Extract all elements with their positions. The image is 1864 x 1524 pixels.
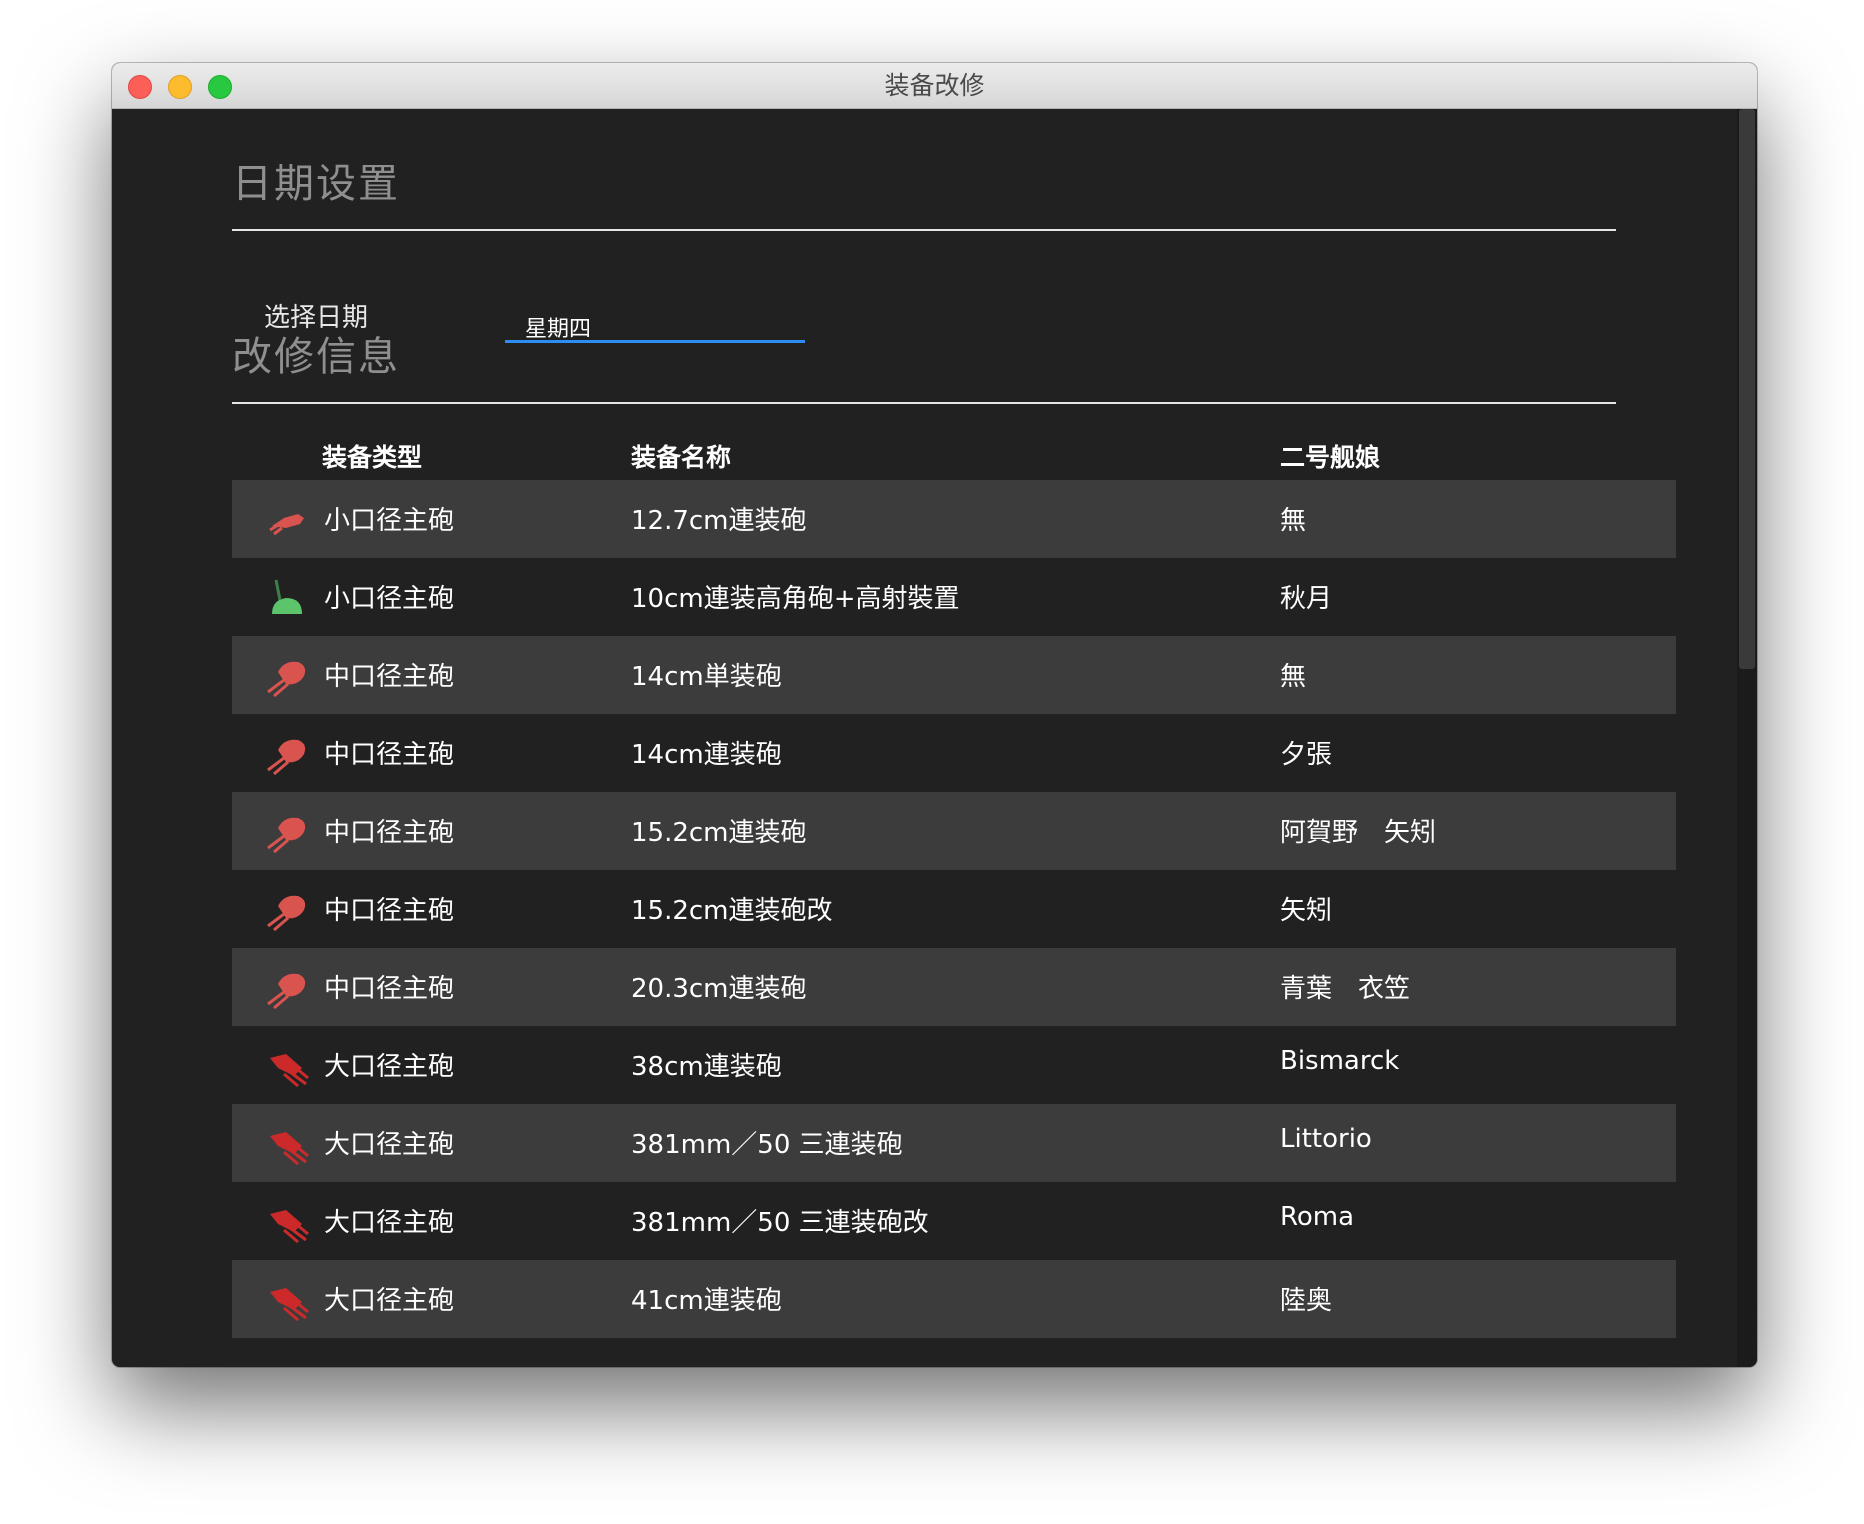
- cell-equipment-type: 中口径主砲: [324, 974, 455, 1004]
- aa-gun-icon: [264, 574, 310, 620]
- cell-equipment-name: 20.3cm連装砲: [631, 974, 807, 1004]
- medium-gun-icon: [264, 730, 310, 776]
- date-dropdown[interactable]: 星期四: [505, 303, 805, 343]
- title-bar: 装备改修: [112, 63, 1757, 109]
- table-row[interactable]: 大口径主砲 381mm／50 三連装砲 Littorio: [232, 1104, 1676, 1182]
- table-row[interactable]: 小口径主砲 12.7cm連装砲 無: [232, 480, 1676, 558]
- table-row[interactable]: 大口径主砲 38cm連装砲 Bismarck: [232, 1026, 1676, 1104]
- cell-second-ship: 阿賀野 矢矧: [1280, 818, 1437, 848]
- cell-equipment-type: 大口径主砲: [324, 1286, 455, 1316]
- cell-equipment-type: 小口径主砲: [324, 584, 455, 614]
- header-name[interactable]: 装备名称: [631, 438, 731, 474]
- table-row[interactable]: 中口径主砲 14cm単装砲 無: [232, 636, 1676, 714]
- table-row[interactable]: 中口径主砲 20.3cm連装砲 青葉 衣笠: [232, 948, 1676, 1026]
- table-row[interactable]: 大口径主砲 381mm／50 三連装砲改 Roma: [232, 1182, 1676, 1260]
- cell-equipment-type: 中口径主砲: [324, 896, 455, 926]
- medium-gun-icon: [264, 886, 310, 932]
- cell-equipment-type: 小口径主砲: [324, 506, 455, 536]
- table-row[interactable]: 大口径主砲 41cm連装砲 陸奥: [232, 1260, 1676, 1338]
- cell-equipment-type: 大口径主砲: [324, 1052, 455, 1082]
- table-row[interactable]: 中口径主砲 15.2cm連装砲 阿賀野 矢矧: [232, 792, 1676, 870]
- cell-second-ship: 秋月: [1280, 584, 1333, 614]
- large-gun-icon: [264, 1198, 310, 1244]
- date-section-divider: [232, 229, 1616, 231]
- scrollbar-thumb[interactable]: [1739, 109, 1755, 669]
- info-section-divider: [232, 402, 1616, 404]
- cell-equipment-name: 381mm／50 三連装砲: [631, 1130, 903, 1160]
- table-row[interactable]: 小口径主砲 10cm連装高角砲+高射裝置 秋月: [232, 558, 1676, 636]
- cell-second-ship: Bismarck: [1280, 1046, 1400, 1076]
- header-type[interactable]: 装备类型: [322, 438, 422, 474]
- medium-gun-icon: [264, 652, 310, 698]
- main-content: 日期设置 选择日期 星期四 改修信息 装备类型 装备名称 二号舰娘 小口径主砲 1…: [112, 109, 1757, 1367]
- cell-equipment-name: 38cm連装砲: [631, 1052, 782, 1082]
- window-title: 装备改修: [884, 71, 985, 100]
- date-section-title: 日期设置: [232, 161, 400, 207]
- small-gun-icon: [264, 496, 310, 542]
- medium-gun-icon: [264, 964, 310, 1010]
- cell-equipment-name: 15.2cm連装砲: [631, 818, 807, 848]
- header-ship[interactable]: 二号舰娘: [1280, 438, 1380, 474]
- cell-second-ship: 青葉 衣笠: [1280, 974, 1411, 1004]
- cell-equipment-type: 中口径主砲: [324, 740, 455, 770]
- cell-equipment-name: 41cm連装砲: [631, 1286, 782, 1316]
- cell-equipment-name: 12.7cm連装砲: [631, 506, 807, 536]
- cell-equipment-name: 15.2cm連装砲改: [631, 896, 833, 926]
- large-gun-icon: [264, 1120, 310, 1166]
- large-gun-icon: [264, 1042, 310, 1088]
- info-section-title: 改修信息: [232, 334, 400, 380]
- cell-second-ship: 夕張: [1280, 740, 1333, 770]
- vertical-scrollbar[interactable]: [1737, 109, 1757, 1367]
- cell-second-ship: 無: [1280, 506, 1307, 536]
- cell-second-ship: 無: [1280, 662, 1307, 692]
- large-gun-icon: [264, 1276, 310, 1322]
- cell-equipment-name: 14cm連装砲: [631, 740, 782, 770]
- cell-second-ship: 矢矧: [1280, 896, 1333, 926]
- table-header: 装备类型 装备名称 二号舰娘: [232, 424, 1676, 480]
- cell-equipment-type: 中口径主砲: [324, 662, 455, 692]
- cell-second-ship: Littorio: [1280, 1124, 1372, 1154]
- table-row[interactable]: 中口径主砲 14cm連装砲 夕張: [232, 714, 1676, 792]
- app-window: 装备改修 日期设置 选择日期 星期四 改修信息 装备类型 装备名称 二号舰娘 小…: [112, 63, 1757, 1367]
- cell-equipment-type: 大口径主砲: [324, 1208, 455, 1238]
- cell-second-ship: Roma: [1280, 1202, 1355, 1232]
- medium-gun-icon: [264, 808, 310, 854]
- cell-equipment-type: 大口径主砲: [324, 1130, 455, 1160]
- cell-equipment-name: 14cm単装砲: [631, 662, 782, 692]
- date-dropdown-value: 星期四: [525, 317, 592, 342]
- cell-equipment-name: 10cm連装高角砲+高射裝置: [631, 584, 960, 614]
- cell-equipment-name: 381mm／50 三連装砲改: [631, 1208, 929, 1238]
- table-row[interactable]: 中口径主砲 15.2cm連装砲改 矢矧: [232, 870, 1676, 948]
- cell-second-ship: 陸奥: [1280, 1286, 1333, 1316]
- cell-equipment-type: 中口径主砲: [324, 818, 455, 848]
